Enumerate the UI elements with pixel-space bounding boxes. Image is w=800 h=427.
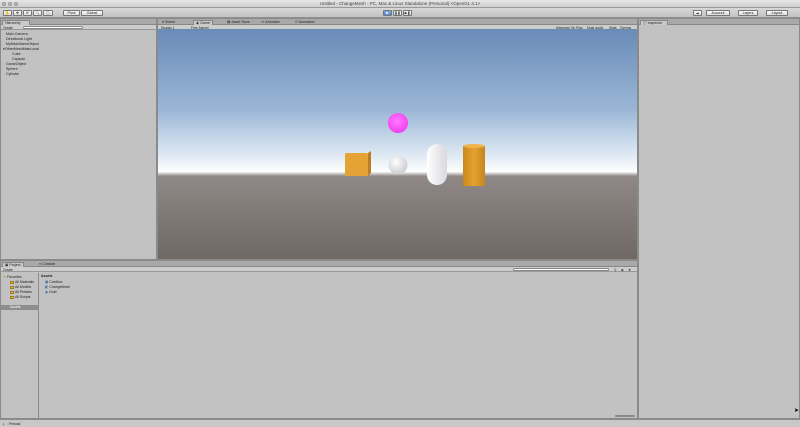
game-viewport[interactable] bbox=[158, 29, 637, 259]
mouse-cursor-icon: ➤ bbox=[794, 408, 800, 414]
info-icon: ⓘ bbox=[643, 20, 647, 25]
window-title: Untitled - ChangeMesh - PC, Mac & Linux … bbox=[319, 1, 481, 6]
scene-asset-icon: ▣ bbox=[45, 280, 49, 284]
play-button[interactable]: ▶ bbox=[383, 10, 392, 16]
global-toggle-button[interactable]: Global bbox=[81, 10, 103, 16]
status-icon: ◐ bbox=[3, 421, 5, 426]
white-capsule bbox=[427, 144, 447, 185]
tab-console-label: Console bbox=[42, 261, 56, 266]
step-button[interactable]: ▶❚ bbox=[403, 10, 412, 16]
hierarchy-create-dropdown[interactable]: Create bbox=[3, 26, 13, 30]
account-dropdown[interactable]: Account bbox=[706, 10, 730, 16]
layout-dropdown[interactable]: Layout bbox=[766, 10, 788, 16]
favorites-header[interactable]: ★ Favorites bbox=[3, 275, 22, 279]
tab-inspector-label: Inspector bbox=[647, 20, 663, 25]
hierarchy-item[interactable]: Main Camera bbox=[6, 32, 28, 36]
tab-animation-label: Animation bbox=[298, 19, 315, 24]
hierarchy-item[interactable]: Directional Light bbox=[6, 37, 32, 41]
search-folder-icon bbox=[10, 280, 14, 284]
favorite-item-label: All Models bbox=[15, 285, 32, 289]
scene-icon: # bbox=[162, 19, 164, 24]
folder-tab-icon: ▣ bbox=[5, 262, 9, 267]
hierarchy-item-label: OtherMeshMainLocal bbox=[4, 47, 39, 51]
title-bar: Untitled - ChangeMesh - PC, Mac & Linux … bbox=[0, 0, 800, 8]
asset-item-label: ChangeMesh bbox=[49, 285, 71, 289]
orange-cylinder-top bbox=[463, 144, 485, 148]
material-asset-icon: ◉ bbox=[45, 290, 49, 294]
main-toolbar: ✋ ✥ ⟳ ⤡ ▢ Pivot Global ▶ ❚❚ ▶❚ ☁ Account… bbox=[0, 8, 800, 18]
hierarchy-panel: Hierarchy Create Main Camera Directional… bbox=[0, 18, 157, 260]
favorite-item[interactable]: All Prefabs bbox=[10, 290, 32, 294]
cloud-icon[interactable]: ☁ bbox=[693, 10, 702, 16]
star-icon[interactable]: ★ bbox=[628, 268, 631, 272]
pivot-toggle-button[interactable]: Pivot bbox=[63, 10, 80, 16]
hierarchy-item[interactable]: Cube bbox=[12, 52, 21, 56]
scene-render bbox=[345, 113, 485, 186]
project-create-dropdown[interactable]: Create bbox=[3, 268, 13, 272]
project-search-input[interactable] bbox=[513, 267, 609, 272]
layers-dropdown[interactable]: Layers bbox=[738, 10, 758, 16]
hierarchy-item[interactable]: Cylinder bbox=[6, 72, 19, 76]
tab-asset-store-label: Asset Store bbox=[231, 19, 250, 24]
hand-tool-button[interactable]: ✋ bbox=[3, 10, 12, 16]
assets-root-label: Assets bbox=[10, 305, 21, 309]
inspector-tabbar: ⓘ Inspector bbox=[639, 19, 799, 25]
console-icon: ≡ bbox=[39, 261, 42, 266]
favorites-label: Favorites bbox=[7, 275, 22, 279]
assets-root-item[interactable]: Assets bbox=[1, 305, 39, 310]
move-tool-button[interactable]: ✥ bbox=[13, 10, 22, 16]
tab-game-label: Game bbox=[200, 20, 210, 25]
tab-inspector[interactable]: ⓘ Inspector bbox=[640, 19, 668, 25]
project-panel: ▣ Project ≡ Console Create ⚲ ◈ ★ ★ Favor… bbox=[0, 260, 638, 419]
favorite-item-label: All Prefabs bbox=[15, 290, 32, 294]
favorite-item-label: All Materials bbox=[15, 280, 35, 284]
script-asset-icon: ◧ bbox=[45, 285, 49, 289]
search-folder-icon bbox=[10, 290, 14, 294]
tab-scene-label: Scene bbox=[165, 19, 176, 24]
hierarchy-item[interactable]: GameObject bbox=[6, 62, 26, 66]
assets-breadcrumb[interactable]: Assets bbox=[41, 274, 52, 278]
asset-item[interactable]: ◧ ChangeMesh bbox=[45, 285, 70, 289]
rect-tool-button[interactable]: ▢ bbox=[43, 10, 53, 16]
hierarchy-item[interactable]: Sphere bbox=[6, 67, 18, 71]
project-subbar: Create ⚲ ◈ ★ bbox=[1, 267, 637, 272]
search-folder-icon bbox=[10, 295, 14, 299]
orange-cylinder bbox=[463, 146, 485, 186]
status-text: Preload bbox=[9, 421, 21, 426]
tab-project-label: Project bbox=[9, 262, 21, 267]
store-icon: ▤ bbox=[227, 19, 231, 24]
game-icon: ◉ bbox=[196, 20, 200, 25]
orange-cube bbox=[345, 153, 368, 176]
animation-icon: ⏱ bbox=[295, 19, 298, 24]
white-sphere bbox=[388, 155, 408, 175]
hierarchy-search-input[interactable] bbox=[23, 25, 83, 30]
project-favorites-pane: ★ Favorites All Materials All Models All… bbox=[1, 273, 39, 418]
rotate-tool-button[interactable]: ⟳ bbox=[23, 10, 32, 16]
orange-cube-side bbox=[368, 151, 371, 176]
favorite-item[interactable]: All Materials bbox=[10, 280, 34, 284]
asset-item[interactable]: ◉ Gold bbox=[45, 290, 56, 294]
status-bar: ◐ Preload bbox=[0, 419, 800, 427]
tab-animator-label: Animator bbox=[265, 19, 280, 24]
hierarchy-subbar: Create bbox=[1, 25, 156, 30]
scale-tool-button[interactable]: ⤡ bbox=[33, 10, 42, 16]
hierarchy-item[interactable]: MyMainGameObject bbox=[6, 42, 39, 46]
icon-size-slider[interactable] bbox=[615, 415, 635, 417]
asset-item-label: Gold bbox=[49, 290, 57, 294]
asset-item-label: Cardbox bbox=[49, 280, 63, 284]
hierarchy-item[interactable]: Capsule bbox=[12, 57, 25, 61]
favorite-item-label: All Scripts bbox=[15, 295, 31, 299]
search-folder-icon bbox=[10, 285, 14, 289]
pause-button[interactable]: ❚❚ bbox=[393, 10, 402, 16]
hierarchy-item-expanded[interactable]: ▾OtherMeshMainLocal bbox=[3, 47, 39, 51]
favorite-item[interactable]: All Models bbox=[10, 285, 31, 289]
asset-item[interactable]: ▣ Cardbox bbox=[45, 280, 63, 284]
label-icon[interactable]: ◈ bbox=[621, 268, 624, 272]
favorite-item[interactable]: All Scripts bbox=[10, 295, 31, 299]
magenta-sphere bbox=[388, 113, 408, 133]
star-icon: ★ bbox=[3, 275, 7, 279]
filter-icon[interactable]: ⚲ bbox=[614, 268, 616, 272]
inspector-panel: ⓘ Inspector ➤ bbox=[638, 18, 800, 419]
